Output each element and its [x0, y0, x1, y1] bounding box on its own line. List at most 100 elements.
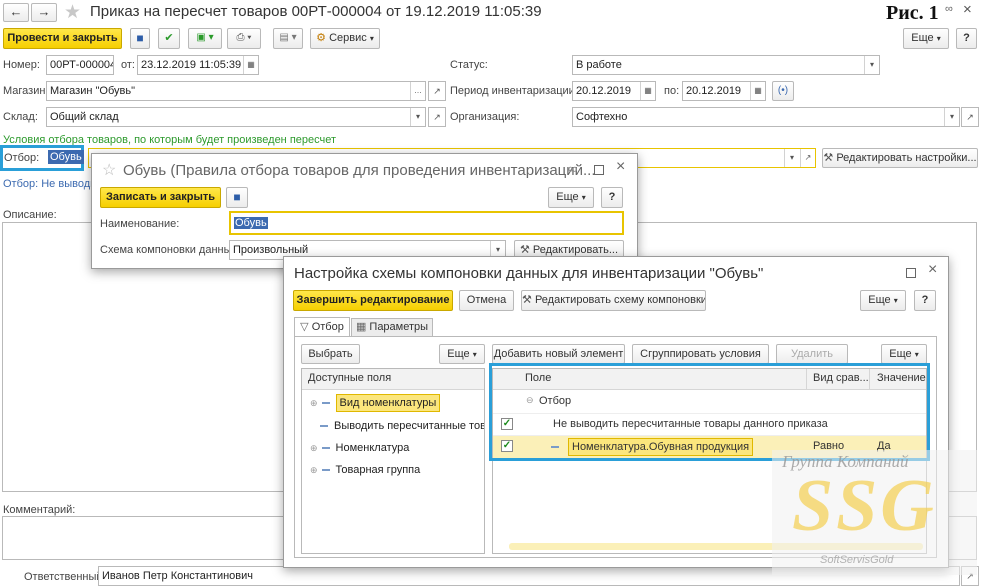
star-icon[interactable]: ☆	[102, 160, 116, 180]
period-to-field[interactable]: 20.12.2019 ▦	[682, 81, 766, 101]
post-icon[interactable]: ✔	[158, 28, 180, 49]
service-label: Сервис	[329, 32, 367, 44]
cancel-button[interactable]: Отмена	[459, 290, 514, 311]
expand-icon[interactable]: ⊕	[310, 465, 318, 475]
help-button[interactable]: ?	[601, 187, 623, 208]
close-icon[interactable]: ×	[963, 1, 972, 18]
edit-composition-label: Редактировать схему компоновки	[534, 294, 706, 306]
comment-label: Комментарий:	[3, 504, 76, 516]
dropdown-arrow-icon[interactable]: ▾	[784, 149, 799, 167]
link-icon[interactable]: ∞	[568, 161, 577, 176]
period-select-button[interactable]: (•)	[772, 81, 794, 101]
more-button[interactable]: Еще ▾	[903, 28, 949, 49]
dropdown-arrow-icon[interactable]: ▾	[944, 108, 959, 126]
help-button[interactable]: ?	[956, 28, 977, 49]
select-button[interactable]: Выбрать	[301, 344, 360, 364]
edit-label: Редактировать...	[532, 244, 619, 256]
group-conditions-button[interactable]: Сгруппировать условия	[632, 344, 769, 364]
more-button[interactable]: Еще ▾	[548, 187, 594, 208]
close-icon[interactable]: ×	[616, 158, 625, 176]
field-icon	[321, 447, 330, 450]
write-and-close-button[interactable]: Записать и закрыть	[100, 187, 221, 208]
clear-icon[interactable]: ↗	[800, 149, 815, 167]
shop-field[interactable]: Магазин "Обувь"…	[46, 81, 426, 101]
name-field[interactable]: Обувь	[229, 211, 624, 235]
parameters-icon: ▦	[355, 321, 367, 333]
tab-parameters[interactable]: ▦ Параметры	[351, 318, 433, 337]
expand-icon[interactable]: ⊕	[310, 443, 318, 453]
favorite-star-icon[interactable]: ★	[64, 1, 81, 24]
field-item[interactable]: ⊕ Номенклатура	[302, 441, 409, 455]
create-based-icon[interactable]: ▣ ▾	[188, 28, 222, 49]
tab-parameters-label: Параметры	[369, 321, 429, 333]
number-field[interactable]: 00РТ-000004	[46, 55, 114, 75]
field-icon	[321, 469, 330, 472]
period-to-value: 20.12.2019	[686, 85, 742, 97]
more-label: Еще	[556, 191, 579, 203]
field-icon	[321, 402, 330, 405]
print-icon[interactable]: ⎙ ▾	[227, 28, 261, 49]
right-more-button[interactable]: Еще ▾	[881, 344, 927, 364]
settings-icon: ⚒	[823, 152, 834, 164]
left-more-button[interactable]: Еще ▾	[439, 344, 485, 364]
maximize-icon[interactable]	[594, 165, 604, 175]
calendar-icon[interactable]: ▦	[640, 82, 655, 100]
close-icon[interactable]: ×	[928, 261, 937, 279]
dialog1-title: Обувь (Правила отбора товаров для провед…	[123, 162, 596, 179]
reports-icon[interactable]: ▤ ▾	[273, 28, 303, 49]
warehouse-field[interactable]: Общий склад ▾	[46, 107, 426, 127]
finish-editing-button[interactable]: Завершить редактирование	[293, 290, 453, 311]
field-item[interactable]: Выводить пересчитанные товар	[302, 419, 484, 433]
open-link-icon[interactable]: ↗	[428, 81, 446, 101]
expand-icon[interactable]: ⊕	[310, 398, 318, 408]
date-field[interactable]: 23.12.2019 11:05:39 ▦	[137, 55, 259, 75]
status-label: Статус:	[450, 59, 488, 71]
chevron-down-icon: ▾	[369, 34, 374, 43]
field-item[interactable]: ⊕ Вид номенклатуры	[302, 394, 441, 412]
service-button[interactable]: ⚙ Сервис ▾	[310, 28, 380, 49]
forward-button[interactable]: →	[31, 3, 57, 22]
organization-value: Софтехно	[576, 111, 628, 123]
open-link-icon[interactable]: ↗	[428, 107, 446, 127]
calendar-icon[interactable]: ▦	[750, 82, 765, 100]
warehouse-label: Склад:	[3, 111, 38, 123]
tab-filter[interactable]: ▽ Отбор	[294, 317, 350, 337]
edit-composition-button[interactable]: ⚒ Редактировать схему компоновки	[521, 290, 706, 311]
description-label: Описание:	[3, 209, 57, 221]
chevron-down-icon: ▾	[472, 350, 477, 359]
delete-button[interactable]: Удалить	[776, 344, 848, 364]
filter-value[interactable]: Обувь	[48, 150, 84, 164]
edit-settings-button[interactable]: ⚒ Редактировать настройки...	[822, 148, 978, 168]
back-button[interactable]: ←	[3, 3, 29, 22]
field-item[interactable]: ⊕ Товарная группа	[302, 463, 420, 477]
help-button[interactable]: ?	[914, 290, 936, 311]
save-icon[interactable]: ■	[226, 187, 248, 208]
open-link-icon[interactable]: ↗	[961, 107, 979, 127]
available-fields-pane: Доступные поля ⊕ Вид номенклатуры Выводит…	[301, 368, 485, 554]
dropdown-arrow-icon[interactable]: ▾	[410, 108, 425, 126]
edit-settings-label: Редактировать настройки...	[836, 152, 977, 164]
dropdown-arrow-icon[interactable]: ▾	[864, 56, 879, 74]
status-value: В работе	[576, 59, 622, 71]
edit-icon: ⚒	[519, 244, 530, 256]
field-label: Вид номенклатуры	[335, 394, 441, 412]
dropdown-arrow-icon[interactable]: …	[410, 82, 425, 100]
post-and-close-button[interactable]: Провести и закрыть	[3, 28, 122, 49]
tab-filter-label: Отбор	[311, 321, 344, 333]
add-element-button[interactable]: Добавить новый элемент	[492, 344, 625, 364]
shop-label: Магазин:	[3, 85, 49, 97]
maximize-icon[interactable]	[906, 268, 916, 278]
calendar-icon[interactable]: ▦	[243, 56, 258, 74]
period-from-field[interactable]: 20.12.2019 ▦	[572, 81, 656, 101]
link-icon[interactable]: ∞	[945, 3, 953, 15]
filter-label: Отбор:	[4, 152, 40, 164]
more-button[interactable]: Еще ▾	[860, 290, 906, 311]
watermark-logo-text: SSG	[792, 465, 937, 547]
status-select[interactable]: В работе ▾	[572, 55, 880, 75]
organization-field[interactable]: Софтехно ▾	[572, 107, 960, 127]
save-icon[interactable]: ■	[130, 28, 150, 49]
chevron-down-icon: ▾	[936, 34, 941, 43]
number-label: Номер:	[3, 59, 40, 71]
responsible-label: Ответственный:	[24, 571, 106, 583]
more-label: Еще	[868, 294, 891, 306]
